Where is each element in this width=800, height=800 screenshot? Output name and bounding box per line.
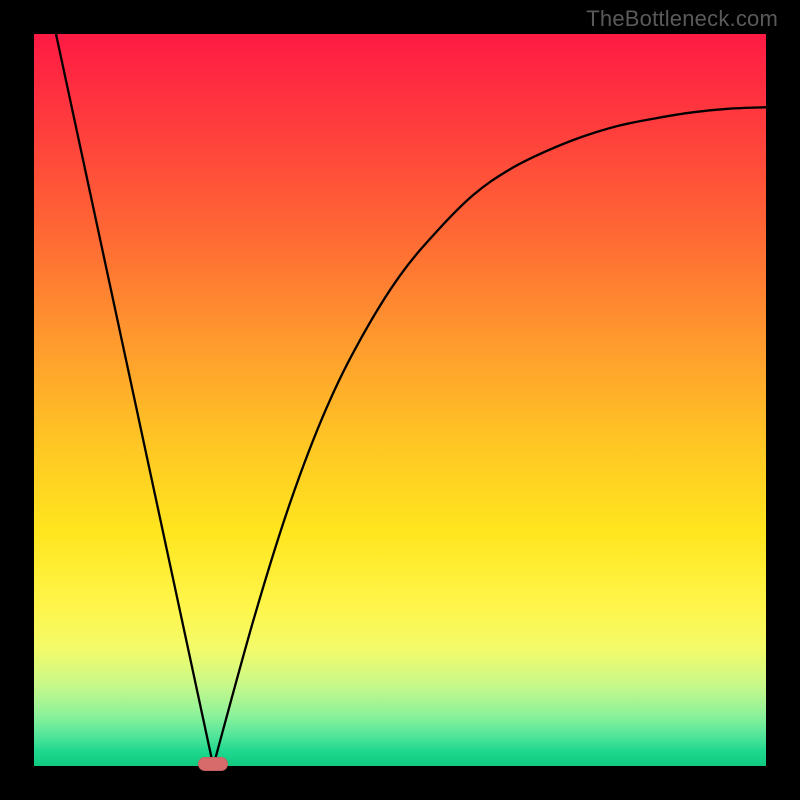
bottleneck-curve — [56, 34, 766, 766]
chart-frame: TheBottleneck.com — [0, 0, 800, 800]
curve-svg — [34, 34, 766, 766]
plot-area — [34, 34, 766, 766]
min-marker — [198, 757, 228, 771]
watermark-text: TheBottleneck.com — [586, 6, 778, 32]
